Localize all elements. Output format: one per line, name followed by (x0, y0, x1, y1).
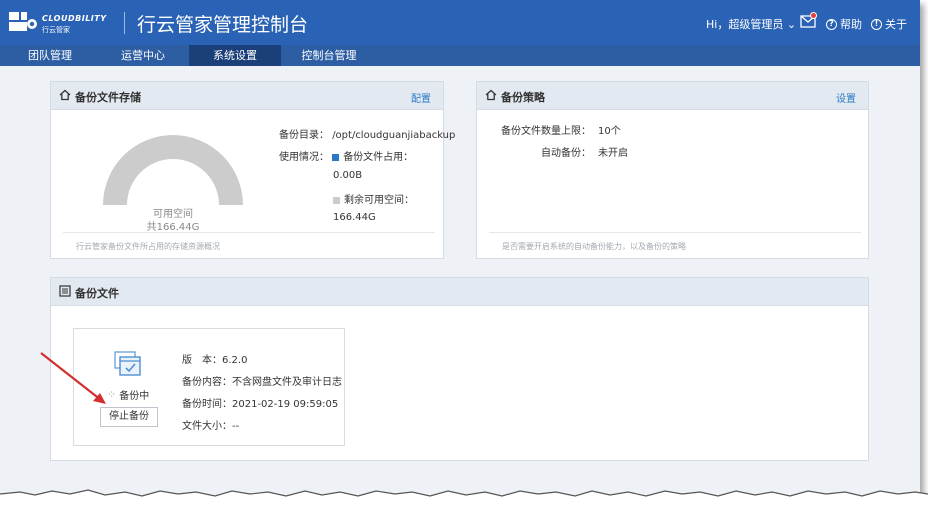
used-value: 0.00B (333, 170, 363, 181)
storage-gauge (103, 135, 243, 205)
backup-storage-panel: 备份文件存储 配置 可用空间 共166.44G 备份目录： /opt/cloud… (50, 81, 455, 259)
nav-item-system-settings[interactable]: 系统设置 (189, 45, 281, 66)
usage-label: 使用情况： (279, 152, 329, 163)
free-label: 剩余可用空间： (344, 195, 414, 206)
max-files-label: 备份文件数量上限： (501, 126, 591, 137)
max-files-value: 10个 (598, 126, 621, 137)
panel-header: 备份文件 (51, 278, 868, 306)
backup-dir-value: /opt/cloudguanjiabackup (332, 130, 456, 141)
file-version: 版 本：6.2.0 (182, 355, 248, 366)
backup-status: ⁘ 备份中 (107, 387, 149, 402)
stop-backup-button[interactable]: 停止备份 (100, 407, 158, 427)
home-icon (59, 89, 71, 101)
panel-header: 备份文件存储 配置 (51, 82, 443, 110)
free-row: 剩余可用空间： (333, 191, 414, 206)
configure-link[interactable]: 配置 (411, 90, 431, 105)
panel-title: 备份策略 (501, 91, 545, 104)
free-legend-swatch (333, 196, 340, 204)
home-icon (485, 89, 497, 101)
help-link[interactable]: ? 帮助 (826, 16, 862, 32)
backup-files-panel: 备份文件 ⁘ 备份中 停止备份 版 本：6.2.0 备份内容：不含网盘文件及审计… (50, 277, 869, 461)
header-divider (124, 12, 125, 34)
torn-edge-decoration (0, 489, 928, 509)
nav-item-team[interactable]: 团队管理 (0, 45, 100, 66)
list-icon (59, 285, 71, 297)
info-icon: ! (871, 18, 882, 30)
question-icon: ? (826, 18, 837, 30)
chevron-down-icon: ⌄ (783, 18, 797, 31)
user-greeting: Hi，超级管理员 (706, 18, 784, 31)
file-size: 文件大小：-- (182, 421, 240, 432)
panel-footer-divider (63, 232, 435, 233)
gauge-total-label: 共166.44G (146, 222, 200, 233)
backup-file-icon (114, 351, 141, 376)
nav-item-console[interactable]: 控制台管理 (281, 45, 377, 66)
logo[interactable]: CLOUDBILITY 行云管家 (8, 8, 108, 36)
settings-link[interactable]: 设置 (836, 90, 856, 105)
annotation-arrow-icon (40, 352, 106, 404)
help-label: 帮助 (840, 18, 862, 31)
backup-status-label: 备份中 (119, 391, 150, 402)
backup-file-card: ⁘ 备份中 停止备份 版 本：6.2.0 备份内容：不含网盘文件及审计日志 备份… (73, 328, 345, 446)
backup-policy-panel: 备份策略 设置 备份文件数量上限： 10个 自动备份： 未开启 是否需要开启系统… (476, 81, 869, 259)
about-label: 关于 (885, 18, 907, 31)
backup-dir-label: 备份目录： (279, 130, 329, 141)
panel-footer-note: 是否需要开启系统的自动备份能力，以及备份的策略 (502, 242, 686, 251)
file-time: 备份时间：2021-02-19 09:59:05 (182, 399, 339, 410)
panel-header: 备份策略 设置 (477, 82, 868, 110)
backup-dir-row: 备份目录： /opt/cloudguanjiabackup (279, 126, 455, 141)
logo-text-cn: 行云管家 (42, 26, 70, 34)
app-window: CLOUDBILITY 行云管家 行云管家管理控制台 Hi，超级管理员 ⌄ ? … (0, 0, 920, 500)
app-title: 行云管家管理控制台 (137, 14, 309, 36)
logo-text-en: CLOUDBILITY (42, 14, 107, 23)
top-bar: CLOUDBILITY 行云管家 行云管家管理控制台 Hi，超级管理员 ⌄ ? … (0, 0, 920, 45)
cloudbility-logo-icon (9, 12, 37, 31)
notification-badge (810, 12, 817, 19)
nav-item-operations[interactable]: 运营中心 (93, 45, 193, 66)
auto-backup-label: 自动备份： (541, 148, 591, 159)
user-menu[interactable]: Hi，超级管理员 ⌄ (706, 16, 796, 32)
panel-title: 备份文件 (75, 287, 119, 300)
main-nav: 团队管理 运营中心 系统设置 控制台管理 (0, 45, 920, 66)
auto-backup-value: 未开启 (598, 148, 628, 159)
panel-footer-note: 行云管家备份文件所占用的存储资源概况 (76, 242, 220, 251)
used-legend-swatch (332, 153, 340, 161)
panel-footer-divider (489, 232, 861, 233)
used-label: 备份文件占用： (343, 152, 414, 163)
usage-row: 使用情况： 备份文件占用： (279, 148, 413, 163)
panel-title: 备份文件存储 (75, 91, 141, 104)
about-link[interactable]: ! 关于 (871, 16, 907, 32)
free-value: 166.44G (333, 212, 376, 223)
file-content: 备份内容：不含网盘文件及审计日志 (182, 377, 342, 388)
